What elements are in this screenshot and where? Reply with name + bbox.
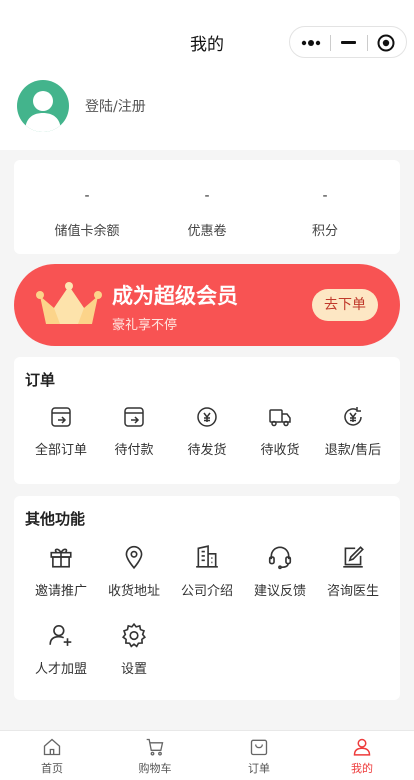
function-label: 收货地址 xyxy=(107,584,160,599)
building-icon xyxy=(196,545,218,568)
user-avatar-icon xyxy=(25,91,61,132)
orders-card: 订单 全部订单 待付款 待发货 待收货 退款/售后 xyxy=(14,357,400,484)
pending-payment-icon xyxy=(124,407,144,427)
all-orders-icon xyxy=(51,407,71,427)
bottom-tab-bar: 首页 购物车 订单 我的 xyxy=(0,730,414,780)
order-pending-shipment[interactable]: 待发货 xyxy=(170,405,244,458)
vip-banner[interactable]: 成为超级会员 豪礼享不停 去下单 xyxy=(14,264,400,346)
location-pin-icon xyxy=(125,545,143,570)
func-address[interactable]: 收货地址 xyxy=(97,544,171,599)
minimize-icon[interactable] xyxy=(341,41,356,44)
asset-value: - xyxy=(84,188,90,204)
more-icon[interactable] xyxy=(301,37,323,49)
capsule-divider xyxy=(367,35,368,51)
order-label: 退款/售后 xyxy=(324,443,382,458)
add-user-icon xyxy=(49,624,72,646)
cart-icon xyxy=(146,738,164,756)
asset-label: 优惠卷 xyxy=(187,224,227,239)
tab-home[interactable]: 首页 xyxy=(0,737,104,776)
edit-note-icon xyxy=(343,546,364,568)
refund-icon xyxy=(344,407,362,426)
truck-icon xyxy=(269,409,291,427)
function-label: 咨询医生 xyxy=(326,584,379,599)
func-talent[interactable]: 人才加盟 xyxy=(24,622,98,677)
function-label: 邀请推广 xyxy=(34,584,87,599)
func-doctor[interactable]: 咨询医生 xyxy=(316,544,390,599)
tab-mine[interactable]: 我的 xyxy=(310,737,414,776)
function-label: 设置 xyxy=(120,662,147,677)
func-invite[interactable]: 邀请推广 xyxy=(24,544,98,599)
order-refund[interactable]: 退款/售后 xyxy=(316,405,390,458)
gift-icon xyxy=(50,548,72,568)
capsule-divider xyxy=(330,35,331,51)
headset-icon xyxy=(268,546,292,570)
func-company[interactable]: 公司介绍 xyxy=(170,544,244,599)
order-bag-icon xyxy=(250,739,268,756)
tab-orders[interactable]: 订单 xyxy=(207,737,311,776)
order-label: 待发货 xyxy=(187,443,227,458)
functions-title: 其他功能 xyxy=(25,510,86,528)
function-label: 公司介绍 xyxy=(180,584,233,599)
crown-icon xyxy=(36,282,102,324)
login-register-link[interactable]: 登陆/注册 xyxy=(85,96,146,116)
asset-label: 储值卡余额 xyxy=(54,224,120,239)
func-settings[interactable]: 设置 xyxy=(97,622,171,677)
func-feedback[interactable]: 建议反馈 xyxy=(243,544,317,599)
order-label: 待付款 xyxy=(114,443,154,458)
asset-label: 积分 xyxy=(311,224,338,239)
order-pending-payment[interactable]: 待付款 xyxy=(97,405,171,458)
tab-cart[interactable]: 购物车 xyxy=(103,737,207,776)
tab-label: 购物车 xyxy=(138,762,172,775)
order-now-button[interactable]: 去下单 xyxy=(312,289,378,321)
close-target-icon[interactable] xyxy=(377,34,395,52)
mini-program-capsule xyxy=(289,26,407,58)
asset-value: - xyxy=(322,188,328,204)
vip-subtitle: 豪礼享不停 xyxy=(112,318,178,333)
functions-card: 其他功能 邀请推广 收货地址 公司介绍 建议反馈 咨询医生 人才加盟 设置 xyxy=(14,496,400,700)
function-label: 建议反馈 xyxy=(253,584,306,599)
assets-card: - 储值卡余额 - 优惠卷 - 积分 xyxy=(14,160,400,254)
top-panel: 我的 登陆/注册 xyxy=(0,0,414,150)
order-label: 全部订单 xyxy=(34,443,87,458)
order-pending-receipt[interactable]: 待收货 xyxy=(243,405,317,458)
home-icon xyxy=(43,738,61,756)
order-all[interactable]: 全部订单 xyxy=(24,405,98,458)
tab-label: 首页 xyxy=(41,762,63,775)
gear-icon xyxy=(122,622,146,648)
avatar[interactable] xyxy=(17,80,69,132)
vip-title: 成为超级会员 xyxy=(112,284,238,308)
function-label: 人才加盟 xyxy=(34,662,87,677)
tab-label: 我的 xyxy=(351,762,373,775)
pending-shipment-icon xyxy=(197,407,217,427)
user-icon xyxy=(353,738,371,756)
asset-value: - xyxy=(204,188,210,204)
order-label: 待收货 xyxy=(260,443,300,458)
tab-label: 订单 xyxy=(248,762,270,775)
orders-title: 订单 xyxy=(25,371,56,389)
